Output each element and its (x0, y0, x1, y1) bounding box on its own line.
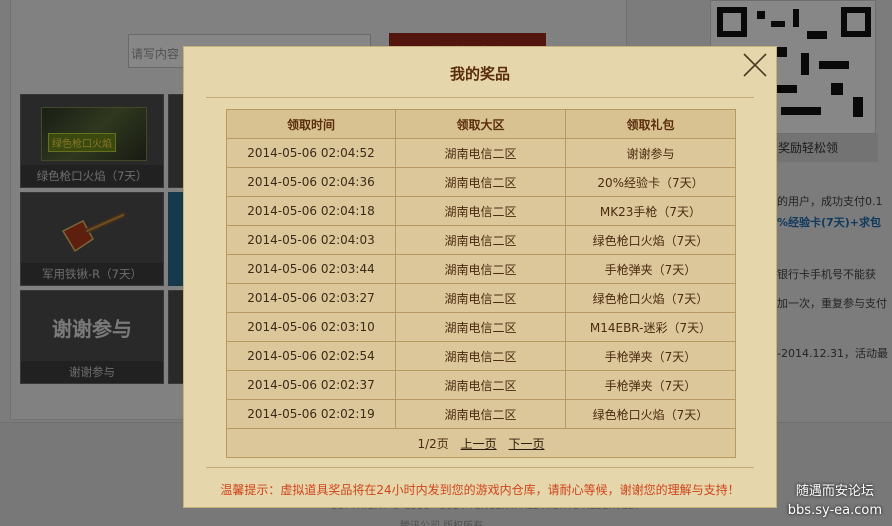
cell-time: 2014-05-06 02:04:36 (226, 167, 396, 197)
table-row: 2014-05-06 02:04:52 湖南电信二区 谢谢参与 (226, 138, 736, 168)
cell-time: 2014-05-06 02:02:19 (226, 399, 396, 429)
forum-watermark: 随遇而安论坛 bbs.sy-ea.com (788, 482, 882, 520)
prize-table: 领取时间 领取大区 领取礼包 2014-05-06 02:04:52 湖南电信二… (226, 109, 736, 458)
cell-gift: 绿色枪口火焰（7天） (565, 283, 736, 313)
divider (206, 97, 754, 98)
watermark-line1: 随遇而安论坛 (795, 484, 874, 499)
cell-time: 2014-05-06 02:03:44 (226, 254, 396, 284)
cell-gift: 手枪弹夹（7天） (565, 370, 736, 400)
table-row: 2014-05-06 02:04:18 湖南电信二区 MK23手枪（7天） (226, 196, 736, 226)
cell-time: 2014-05-06 02:04:03 (226, 225, 396, 255)
column-header-zone: 领取大区 (395, 109, 566, 139)
pagination: 1/2页 上一页 下一页 (226, 428, 736, 458)
cell-zone: 湖南电信二区 (395, 283, 566, 313)
cell-time: 2014-05-06 02:02:37 (226, 370, 396, 400)
cell-gift: 手枪弹夹（7天） (565, 341, 736, 371)
cell-gift: 手枪弹夹（7天） (565, 254, 736, 284)
page-info: 1/2页 (417, 436, 449, 451)
dialog-title: 我的奖品 (449, 65, 510, 83)
cell-zone: 湖南电信二区 (395, 312, 566, 342)
cell-zone: 湖南电信二区 (395, 196, 566, 226)
cell-zone: 湖南电信二区 (395, 399, 566, 429)
table-row: 2014-05-06 02:02:19 湖南电信二区 绿色枪口火焰（7天） (226, 399, 736, 429)
cell-time: 2014-05-06 02:03:27 (226, 283, 396, 313)
cell-zone: 湖南电信二区 (395, 254, 566, 284)
divider (206, 467, 754, 468)
table-row: 2014-05-06 02:03:10 湖南电信二区 M14EBR-迷彩（7天） (226, 312, 736, 342)
cell-zone: 湖南电信二区 (395, 341, 566, 371)
table-row: 2014-05-06 02:03:44 湖南电信二区 手枪弹夹（7天） (226, 254, 736, 284)
next-page-link[interactable]: 下一页 (508, 437, 544, 451)
watermark-line2: bbs.sy-ea.com (787, 503, 882, 518)
table-row: 2014-05-06 02:03:27 湖南电信二区 绿色枪口火焰（7天） (226, 283, 736, 313)
table-row: 2014-05-06 02:02:54 湖南电信二区 手枪弹夹（7天） (226, 341, 736, 371)
column-header-gift: 领取礼包 (565, 109, 736, 139)
cell-time: 2014-05-06 02:04:52 (226, 138, 396, 168)
reminder-tip: 温馨提示：虚拟道具奖品将在24小时内发到您的游戏内仓库，请耐心等候，谢谢您的理解… (220, 483, 740, 497)
table-header-row: 领取时间 领取大区 领取礼包 (226, 109, 736, 139)
pagination-row: 1/2页 上一页 下一页 (226, 428, 736, 458)
cell-zone: 湖南电信二区 (395, 138, 566, 168)
cell-time: 2014-05-06 02:02:54 (226, 341, 396, 371)
my-prizes-dialog: 我的奖品 领取时间 领取大区 领取礼包 2014-05-06 02:04:52 … (183, 46, 777, 508)
cell-time: 2014-05-06 02:03:10 (226, 312, 396, 342)
cell-gift: 绿色枪口火焰（7天） (565, 225, 736, 255)
cell-gift: 20%经验卡（7天） (565, 167, 736, 197)
cell-time: 2014-05-06 02:04:18 (226, 196, 396, 226)
cell-zone: 湖南电信二区 (395, 225, 566, 255)
cell-zone: 湖南电信二区 (395, 370, 566, 400)
table-row: 2014-05-06 02:04:03 湖南电信二区 绿色枪口火焰（7天） (226, 225, 736, 255)
cell-gift: 绿色枪口火焰（7天） (565, 399, 736, 429)
column-header-time: 领取时间 (226, 109, 396, 139)
close-icon[interactable] (742, 52, 768, 78)
cell-gift: 谢谢参与 (565, 138, 736, 168)
prev-page-link[interactable]: 上一页 (461, 437, 497, 451)
table-row: 2014-05-06 02:04:36 湖南电信二区 20%经验卡（7天） (226, 167, 736, 197)
cell-gift: M14EBR-迷彩（7天） (565, 312, 736, 342)
cell-gift: MK23手枪（7天） (565, 196, 736, 226)
cell-zone: 湖南电信二区 (395, 167, 566, 197)
table-row: 2014-05-06 02:02:37 湖南电信二区 手枪弹夹（7天） (226, 370, 736, 400)
